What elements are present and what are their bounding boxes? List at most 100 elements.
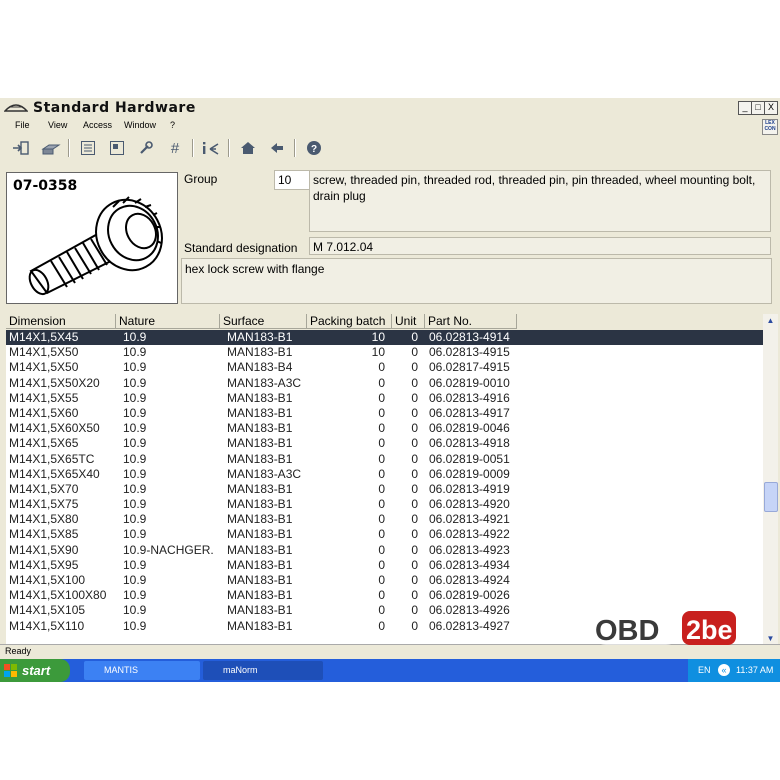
table-row[interactable]: M14X1,5X45 10.9 MAN183-B1 10 0 06.02813-4914 <box>6 330 763 346</box>
table-cell: M14X1,5X100 <box>9 573 86 587</box>
col-surface[interactable]: Surface <box>220 314 307 329</box>
col-nature[interactable]: Nature <box>116 314 220 329</box>
taskbar: start MANTIS maNorm EN « 11:37 AM <box>0 659 780 682</box>
table-cell: MAN183-B1 <box>227 330 293 344</box>
wrench-icon[interactable] <box>135 136 157 160</box>
table-cell: M14X1,5X65 <box>9 436 79 451</box>
table-row[interactable]: M14X1,5X50 10.9 MAN183-B4 0 0 06.02817-4915 <box>6 360 763 375</box>
print-icon[interactable] <box>40 136 62 160</box>
table-cell: 0 <box>378 390 385 405</box>
menu-help[interactable]: ? <box>170 120 175 130</box>
table-cell: 06.02813-4924 <box>429 573 510 587</box>
table-cell: 0 <box>411 542 418 557</box>
table-cell: 0 <box>411 330 418 344</box>
table-cell: 10.9 <box>123 345 147 360</box>
document-icon[interactable] <box>106 136 128 160</box>
menu-view[interactable]: View <box>48 120 67 130</box>
system-tray: EN « 11:37 AM <box>688 659 780 682</box>
windows-logo-icon <box>4 663 17 677</box>
watermark-logo: OBD 2be <box>590 611 736 647</box>
col-dimension[interactable]: Dimension <box>6 314 116 329</box>
menu-access[interactable]: Access <box>83 120 112 130</box>
vertical-scrollbar[interactable]: ▲ ▼ <box>763 314 778 646</box>
table-row[interactable]: M14X1,5X70 10.9 MAN183-B1 0 0 06.02813-4919 <box>6 482 763 497</box>
col-unit[interactable]: Unit <box>392 314 425 329</box>
table-cell: MAN183-B1 <box>227 512 293 527</box>
home-icon[interactable] <box>237 136 259 160</box>
lexcon-icon[interactable]: LEX CON <box>762 119 778 135</box>
table-cell: MAN183-B1 <box>227 588 293 603</box>
standard-designation-label: Standard designation <box>184 241 298 255</box>
task-mantis[interactable]: MANTIS <box>84 661 200 680</box>
table-cell: MAN183-B1 <box>227 451 293 466</box>
man-logo-icon <box>4 104 28 112</box>
minimize-button[interactable]: _ <box>738 101 752 115</box>
table-cell: 06.02819-0009 <box>429 466 510 481</box>
table-cell: MAN183-B1 <box>227 405 293 420</box>
group-description-field: screw, threaded pin, threaded rod, threa… <box>309 170 771 232</box>
table-cell: M14X1,5X100X80 <box>9 588 107 603</box>
table-cell: 0 <box>378 542 385 557</box>
table-cell: MAN183-B1 <box>227 557 293 572</box>
list-icon[interactable] <box>77 136 99 160</box>
table-cell: 06.02819-0010 <box>429 375 510 390</box>
table-cell: 06.02813-4922 <box>429 527 510 542</box>
table-row[interactable]: M14X1,5X60 10.9 MAN183-B1 0 0 06.02813-4917 <box>6 406 763 421</box>
exit-icon[interactable] <box>10 136 32 160</box>
table-cell: 06.02813-4921 <box>429 512 510 527</box>
table-row[interactable]: M14X1,5X95 10.9 MAN183-B1 0 0 06.02813-4934 <box>6 558 763 573</box>
part-description-field: hex lock screw with flange <box>181 258 772 304</box>
table-row[interactable]: M14X1,5X65X40 10.9 MAN183-A3C 0 0 06.02819-00… <box>6 467 763 482</box>
language-indicator[interactable]: EN <box>698 659 711 682</box>
task-manorm[interactable]: maNorm <box>203 661 323 680</box>
help-icon[interactable]: ? <box>303 136 325 160</box>
col-part-no[interactable]: Part No. <box>425 314 517 329</box>
table-cell: 0 <box>411 603 418 618</box>
table-cell: 0 <box>378 603 385 618</box>
table-row[interactable]: M14X1,5X75 10.9 MAN183-B1 0 0 06.02813-4920 <box>6 497 763 512</box>
table-cell: 06.02813-4926 <box>429 603 510 618</box>
table-cell: 0 <box>411 512 418 527</box>
table-cell: M14X1,5X50X20 <box>9 375 100 390</box>
menu-window[interactable]: Window <box>124 120 156 130</box>
scroll-thumb[interactable] <box>764 482 778 512</box>
tray-arrow-icon[interactable]: « <box>718 664 730 676</box>
table-row[interactable]: M14X1,5X60X50 10.9 MAN183-B1 0 0 06.02819-004… <box>6 421 763 436</box>
maximize-button[interactable]: □ <box>751 101 765 115</box>
table-row[interactable]: M14X1,5X100 10.9 MAN183-B1 0 0 06.02813-4924 <box>6 573 763 588</box>
menu-file[interactable]: File <box>15 120 30 130</box>
table-row[interactable]: M14X1,5X65 10.9 MAN183-B1 0 0 06.02813-4918 <box>6 436 763 451</box>
table-row[interactable]: M14X1,5X90 10.9-NACHGER. MAN183-B1 0 0 06.028… <box>6 543 763 558</box>
start-button[interactable]: start <box>0 659 70 682</box>
table-cell: 10.9 <box>123 360 147 375</box>
table-row[interactable]: M14X1,5X50 10.9 MAN183-B1 10 0 06.02813-4915 <box>6 345 763 360</box>
table-row[interactable]: M14X1,5X50X20 10.9 MAN183-A3C 0 0 06.02819-00… <box>6 376 763 391</box>
number-icon[interactable]: # <box>164 136 186 160</box>
info-back-icon[interactable] <box>200 136 222 160</box>
close-button[interactable]: X <box>764 101 778 115</box>
table-cell: 10.9 <box>123 603 147 618</box>
table-cell: 10.9 <box>123 466 147 481</box>
table-cell: 0 <box>411 405 418 420</box>
table-cell: MAN183-B1 <box>227 481 293 496</box>
table-cell: M14X1,5X60 <box>9 405 79 420</box>
table-cell: MAN183-B1 <box>227 421 293 436</box>
table-cell: 0 <box>378 618 385 633</box>
table-cell: 0 <box>378 497 385 512</box>
scroll-up-icon[interactable]: ▲ <box>764 314 777 327</box>
task-mantis-label: MANTIS <box>104 665 139 675</box>
window-title: Standard Hardware <box>33 100 196 116</box>
col-packing-batch[interactable]: Packing batch <box>307 314 392 329</box>
table-row[interactable]: M14X1,5X65TC 10.9 MAN183-B1 0 0 06.02819-0051 <box>6 452 763 467</box>
table-row[interactable]: M14X1,5X85 10.9 MAN183-B1 0 0 06.02813-4922 <box>6 527 763 542</box>
table-row[interactable]: M14X1,5X55 10.9 MAN183-B1 0 0 06.02813-4916 <box>6 391 763 406</box>
back-arrow-icon[interactable] <box>266 136 288 160</box>
table-cell: 06.02813-4917 <box>429 405 510 420</box>
watermark-text-2: 2be <box>686 615 733 645</box>
table-cell: MAN183-A3C <box>227 375 302 390</box>
table-row[interactable]: M14X1,5X80 10.9 MAN183-B1 0 0 06.02813-4921 <box>6 512 763 527</box>
table-cell: 10.9-NACHGER. <box>123 542 214 557</box>
menu-bar: File View Access Window ? LEX CON <box>0 118 780 135</box>
table-cell: 06.02813-4934 <box>429 557 510 572</box>
table-row[interactable]: M14X1,5X100X80 10.9 MAN183-B1 0 0 06.02819-00… <box>6 588 763 603</box>
